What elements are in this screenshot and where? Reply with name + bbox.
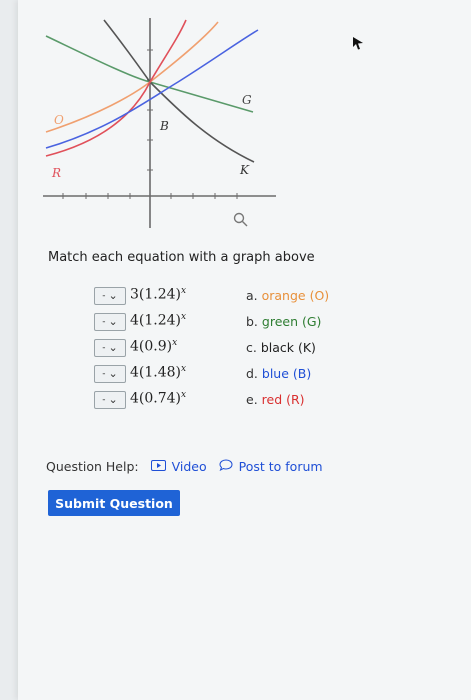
equation-5: 4(0.74)x bbox=[130, 390, 186, 407]
label-o: O bbox=[54, 113, 64, 127]
chevron-down-icon: ⌄ bbox=[108, 289, 118, 302]
answer-option-3: c. black (K) bbox=[246, 340, 316, 355]
equation-base: 4(1.48) bbox=[130, 364, 182, 381]
equation-exponent: x bbox=[181, 312, 187, 322]
equation-4: 4(1.48)x bbox=[130, 364, 186, 381]
answer-option-5: e. red (R) bbox=[246, 392, 305, 407]
equation-base: 4(1.24) bbox=[130, 312, 182, 329]
help-label: Question Help: bbox=[46, 459, 139, 474]
answer-option-1: a. orange (O) bbox=[246, 288, 329, 303]
curve-orange bbox=[45, 21, 219, 133]
equation-select-1[interactable]: - ⌄ bbox=[94, 287, 126, 305]
chevron-down-icon: ⌄ bbox=[108, 315, 118, 328]
curve-blue bbox=[45, 29, 259, 149]
equation-exponent: x bbox=[181, 390, 187, 400]
question-page: O B G R K Match each equation with a gra… bbox=[18, 0, 471, 700]
function-graph: O B G R K bbox=[43, 18, 276, 228]
label-b: B bbox=[159, 119, 169, 133]
equation-select-2[interactable]: - ⌄ bbox=[94, 313, 126, 331]
equation-base: 4(0.9) bbox=[130, 338, 173, 355]
option-letter: d. bbox=[246, 366, 262, 381]
select-value: - bbox=[102, 343, 106, 353]
question-prompt: Match each equation with a graph above bbox=[48, 250, 315, 265]
select-value: - bbox=[102, 317, 106, 327]
option-text: black (K) bbox=[260, 340, 316, 355]
mouse-cursor-icon bbox=[353, 37, 363, 50]
question-help: Question Help: Video Post to forum bbox=[46, 459, 323, 474]
forum-icon[interactable] bbox=[219, 459, 233, 474]
option-text: orange (O) bbox=[261, 288, 330, 303]
forum-link[interactable]: Post to forum bbox=[239, 459, 323, 474]
chevron-down-icon: ⌄ bbox=[108, 393, 118, 406]
select-value: - bbox=[102, 395, 106, 405]
curve-red bbox=[45, 19, 187, 157]
video-icon[interactable] bbox=[150, 459, 166, 474]
label-g: G bbox=[242, 93, 252, 107]
option-letter: e. bbox=[246, 392, 262, 407]
option-text: red (R) bbox=[261, 392, 305, 407]
equation-base: 4(0.74) bbox=[130, 390, 182, 407]
equation-exponent: x bbox=[181, 286, 187, 296]
label-r: R bbox=[51, 166, 61, 180]
video-link[interactable]: Video bbox=[172, 459, 207, 474]
zoom-icon[interactable] bbox=[233, 212, 248, 227]
equation-2: 4(1.24)x bbox=[130, 312, 186, 329]
chevron-down-icon: ⌄ bbox=[108, 341, 118, 354]
option-letter: b. bbox=[246, 314, 262, 329]
option-text: green (G) bbox=[261, 314, 322, 329]
equation-select-5[interactable]: - ⌄ bbox=[94, 391, 126, 409]
answer-option-4: d. blue (B) bbox=[246, 366, 311, 381]
option-text: blue (B) bbox=[261, 366, 312, 381]
equation-exponent: x bbox=[172, 338, 178, 348]
chevron-down-icon: ⌄ bbox=[108, 367, 118, 380]
option-letter: c. bbox=[246, 340, 261, 355]
label-k: K bbox=[239, 163, 250, 177]
equation-select-4[interactable]: - ⌄ bbox=[94, 365, 126, 383]
equation-select-3[interactable]: - ⌄ bbox=[94, 339, 126, 357]
equation-3: 4(0.9)x bbox=[130, 338, 177, 355]
submit-question-button[interactable]: Submit Question bbox=[48, 490, 180, 516]
equation-1: 3(1.24)x bbox=[130, 286, 186, 303]
answer-option-2: b. green (G) bbox=[246, 314, 321, 329]
option-letter: a. bbox=[246, 288, 262, 303]
equation-base: 3(1.24) bbox=[130, 286, 182, 303]
equation-exponent: x bbox=[181, 364, 187, 374]
select-value: - bbox=[102, 369, 106, 379]
select-value: - bbox=[102, 291, 106, 301]
